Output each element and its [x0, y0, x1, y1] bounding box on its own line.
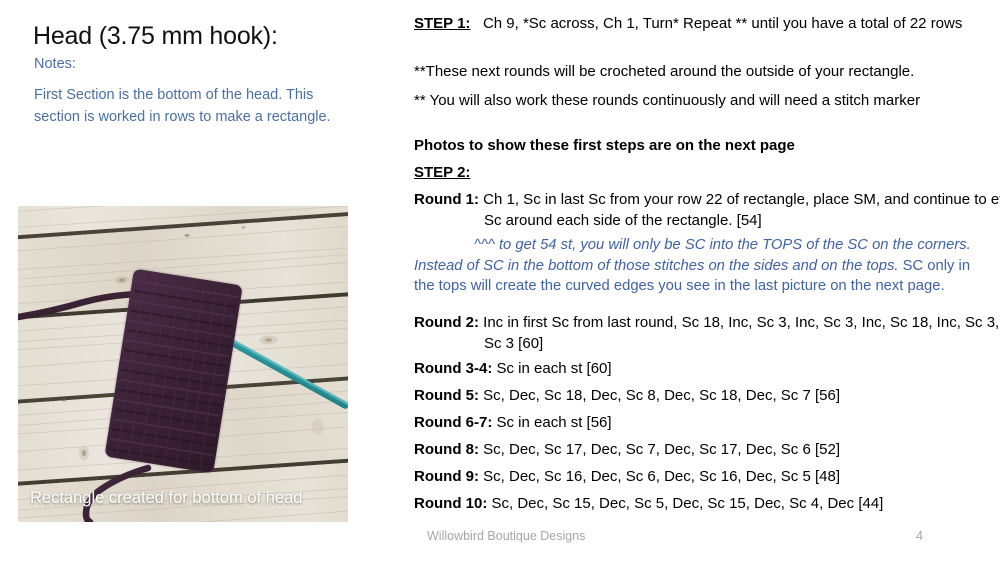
step2-block: STEP 2: [414, 163, 976, 184]
round-5-label: Round 5: [414, 387, 479, 404]
photo-illustration [18, 206, 348, 522]
photo-caption: Rectangle created for bottom of head [30, 489, 303, 507]
round-6-7-text: Sc in each st [56] [492, 414, 612, 431]
notes-body-text: First Section is the bottom of the head.… [34, 87, 331, 125]
notes-label: Notes: [34, 56, 76, 72]
round-5-row: Round 5: Sc, Dec, Sc 18, Dec, Sc 8, Dec,… [414, 386, 976, 407]
note-stitch-marker: ** You will also work these rounds conti… [414, 91, 976, 112]
round-9-row: Round 9: Sc, Dec, Sc 16, Dec, Sc 6, Dec,… [414, 467, 976, 488]
round-5-text: Sc, Dec, Sc 18, Dec, Sc 8, Dec, Sc 18, D… [479, 387, 840, 404]
round-8-label: Round 8: [414, 441, 479, 458]
crochet-rectangle-photo: Rectangle created for bottom of head [18, 206, 348, 522]
footer-page-number: 4 [916, 529, 923, 543]
round-10-row: Round 10: Sc, Dec, Sc 15, Dec, Sc 5, Dec… [414, 494, 976, 515]
round-8-row: Round 8: Sc, Dec, Sc 17, Dec, Sc 7, Dec,… [414, 440, 976, 461]
footer-company-name: Willowbird Boutique Designs [427, 529, 586, 543]
blue-note-italic-text: ^^^ to get 54 st, you will only be SC in… [414, 237, 971, 274]
right-column: STEP 1: Ch 9, *Sc across, Ch 1, Turn* Re… [414, 0, 1000, 562]
round-2-row: Round 2: Inc in first Sc from last round… [414, 313, 1000, 354]
round-1-row: Round 1: Ch 1, Sc in last Sc from your r… [414, 190, 1000, 231]
round-1-text: Ch 1, Sc in last Sc from your row 22 of … [479, 191, 1000, 229]
round-9-label: Round 9: [414, 468, 479, 485]
round-10-label: Round 10: [414, 495, 488, 512]
left-column: Head (3.75 mm hook): Notes: First Sectio… [0, 0, 390, 562]
step1-text: Ch 9, *Sc across, Ch 1, Turn* Repeat ** … [482, 15, 963, 32]
round-3-4-row: Round 3-4: Sc in each st [60] [414, 359, 976, 380]
round-6-7-label: Round 6-7: [414, 414, 493, 431]
round-2-text: Inc in first Sc from last round, Sc 18, … [479, 314, 1000, 352]
step2-label: STEP 2: [414, 164, 471, 181]
round-2-label: Round 2: [414, 314, 479, 331]
note-outside-rectangle: **These next rounds will be crocheted ar… [414, 62, 976, 83]
round-9-text: Sc, Dec, Sc 16, Dec, Sc 6, Dec, Sc 16, D… [479, 468, 840, 485]
round-6-7-row: Round 6-7: Sc in each st [56] [414, 413, 976, 434]
round-1-label: Round 1: [414, 191, 479, 208]
step1-block: STEP 1: Ch 9, *Sc across, Ch 1, Turn* Re… [414, 14, 1000, 35]
step1-label: STEP 1: [414, 15, 471, 32]
round-10-text: Sc, Dec, Sc 15, Dec, Sc 5, Dec, Sc 15, D… [487, 495, 884, 512]
blue-stitch-tip-note: ^^^ to get 54 st, you will only be SC in… [414, 235, 976, 297]
photos-note-text: Photos to show these first steps are on … [414, 137, 795, 154]
photos-next-page-note: Photos to show these first steps are on … [414, 136, 976, 157]
round-3-4-label: Round 3-4: [414, 360, 493, 377]
note1-text: **These next rounds will be crocheted ar… [414, 63, 915, 80]
round-8-text: Sc, Dec, Sc 17, Dec, Sc 7, Dec, Sc 17, D… [479, 441, 840, 458]
round-3-4-text: Sc in each st [60] [492, 360, 612, 377]
page-title: Head (3.75 mm hook): [33, 22, 278, 50]
note2-text: ** You will also work these rounds conti… [414, 92, 921, 109]
